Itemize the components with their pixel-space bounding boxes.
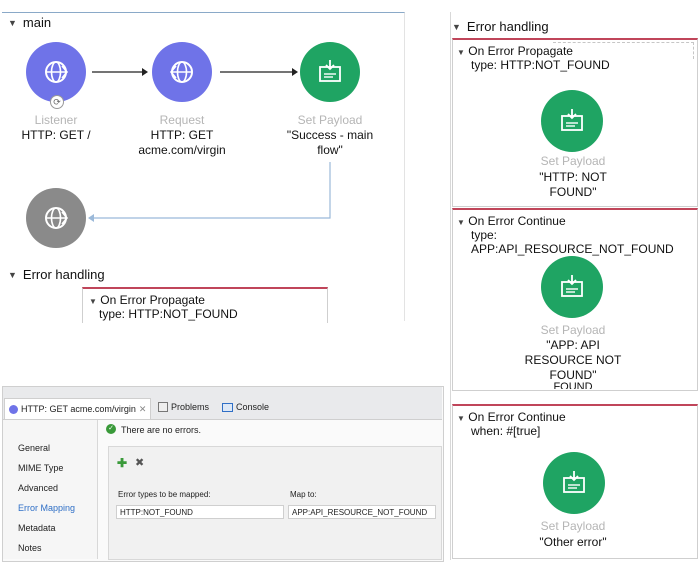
right-error-handling-title: Error handling — [466, 19, 549, 34]
set-payload-icon — [319, 60, 341, 82]
handler-component-label: Set Payload — [540, 323, 606, 337]
handler-condition: type: HTTP:NOT_FOUND — [471, 58, 610, 72]
tab-label: Console — [236, 402, 270, 412]
main-on-error-propagate[interactable]: ▼ On Error Propagate type: HTTP:NOT_FOUN… — [82, 287, 328, 323]
listener-source-icon: ⟳ — [50, 95, 64, 109]
listener-type-label: Listener — [34, 113, 78, 127]
main-handler-title: On Error Propagate — [100, 293, 205, 307]
handler-on-error-propagate[interactable]: ▼ On Error Propagate type: HTTP:NOT_FOUN… — [452, 38, 698, 207]
add-mapping-button[interactable]: ✚ — [117, 456, 127, 470]
handler-set-payload-component[interactable] — [541, 256, 603, 318]
sidebar-item-metadata[interactable]: Metadata — [18, 523, 56, 533]
collapse-triangle-icon[interactable]: ▼ — [457, 48, 465, 57]
handler-value-line: FOUND" — [549, 185, 597, 199]
collapse-triangle-icon[interactable]: ▼ — [8, 18, 17, 28]
main-error-handling-header[interactable]: ▼ Error handling — [8, 267, 105, 282]
remove-mapping-button[interactable]: ✖ — [135, 456, 144, 469]
set-payload-type-label: Set Payload — [297, 113, 363, 127]
sidebar-item-general[interactable]: General — [18, 443, 50, 453]
collapse-triangle-icon[interactable]: ▼ — [8, 270, 17, 280]
request-type-label: Request — [159, 113, 205, 127]
globe-icon — [45, 207, 69, 229]
request-value-line2: acme.com/virgin — [138, 143, 226, 157]
console-icon — [222, 402, 233, 412]
handler-on-error-continue-default[interactable]: ▼ On Error Continue when: #[true] Set Pa… — [452, 404, 698, 559]
request-value-line1: HTTP: GET — [150, 128, 214, 142]
globe-icon — [45, 61, 69, 83]
collapse-triangle-icon[interactable]: ▼ — [457, 414, 465, 423]
sidebar-item-advanced[interactable]: Advanced — [18, 483, 58, 493]
handler-value-line: "HTTP: NOT — [539, 170, 607, 184]
flow-arrow-2 — [220, 68, 298, 76]
set-payload-component[interactable] — [300, 42, 360, 102]
collapse-triangle-icon[interactable]: ▼ — [89, 297, 97, 306]
mapping-col1-header: Error types to be mapped: — [118, 490, 211, 499]
set-payload-value-line1: "Success - main — [286, 128, 374, 142]
tab-console[interactable]: Console — [222, 402, 269, 412]
main-flow-title: main — [22, 15, 52, 30]
sidebar-item-notes[interactable]: Notes — [18, 543, 42, 553]
globe-icon — [9, 404, 18, 414]
close-icon[interactable]: ✕ — [139, 404, 147, 415]
handler-condition: when: #[true] — [471, 424, 541, 438]
main-flow-header[interactable]: ▼ main — [8, 15, 51, 30]
collapse-triangle-icon[interactable]: ▼ — [452, 22, 461, 32]
handler-title: On Error Continue — [468, 214, 566, 228]
response-component[interactable] — [26, 188, 86, 248]
status-ok-icon: ✓ — [106, 424, 116, 434]
handler-on-error-continue[interactable]: ▼ On Error Continue type: APP:API_RESOUR… — [452, 208, 698, 391]
handler-condition: type: APP:API_RESOURCE_NOT_FOUND — [471, 228, 674, 256]
main-error-handling-title: Error handling — [22, 267, 105, 282]
handler-set-payload-component[interactable] — [541, 90, 603, 152]
collapse-triangle-icon[interactable]: ▼ — [457, 218, 465, 227]
handler-component-label: Set Payload — [540, 154, 606, 168]
mapping-col2-header: Map to: — [290, 490, 317, 499]
problems-icon — [158, 402, 168, 412]
flow-arrow-1 — [92, 68, 148, 76]
main-handler-type: type: HTTP:NOT_FOUND — [99, 307, 238, 321]
handler-title: On Error Propagate — [468, 44, 573, 58]
sidebar-item-mime-type[interactable]: MIME Type — [18, 463, 63, 473]
set-payload-icon — [563, 471, 585, 493]
sidebar-item-error-mapping[interactable]: Error Mapping — [18, 503, 75, 513]
globe-icon — [169, 61, 193, 83]
listener-value-label: HTTP: GET / — [21, 128, 91, 142]
mapping-area — [108, 446, 442, 560]
tab-http-get[interactable]: HTTP: GET acme.com/virgin ✕ — [4, 398, 152, 419]
handler-value-line: "Other error" — [539, 535, 607, 549]
request-component[interactable] — [152, 42, 212, 102]
handler-value-line-clipped: FOUND — [553, 381, 593, 389]
handler-set-payload-component[interactable] — [543, 452, 605, 514]
set-payload-icon — [561, 275, 583, 297]
handler-title: On Error Continue — [468, 410, 566, 424]
status-message: There are no errors. — [121, 425, 202, 435]
return-flow-line — [88, 162, 331, 222]
map-to-input[interactable]: APP:API_RESOURCE_NOT_FOUND — [288, 505, 436, 519]
listener-component[interactable] — [26, 42, 86, 102]
handler-value-line: RESOURCE NOT — [524, 353, 622, 367]
tab-label: HTTP: GET acme.com/virgin — [21, 404, 136, 414]
handler-dashed-area — [553, 42, 694, 59]
tab-label: Problems — [171, 402, 210, 412]
tab-problems[interactable]: Problems — [158, 402, 209, 412]
handler-value-line: "APP: API — [546, 338, 600, 352]
set-payload-value-line2: flow" — [317, 143, 343, 157]
set-payload-icon — [561, 109, 583, 131]
error-type-input[interactable]: HTTP:NOT_FOUND — [116, 505, 284, 519]
right-error-handling-header[interactable]: ▼ Error handling — [452, 19, 549, 34]
handler-component-label: Set Payload — [540, 519, 606, 533]
